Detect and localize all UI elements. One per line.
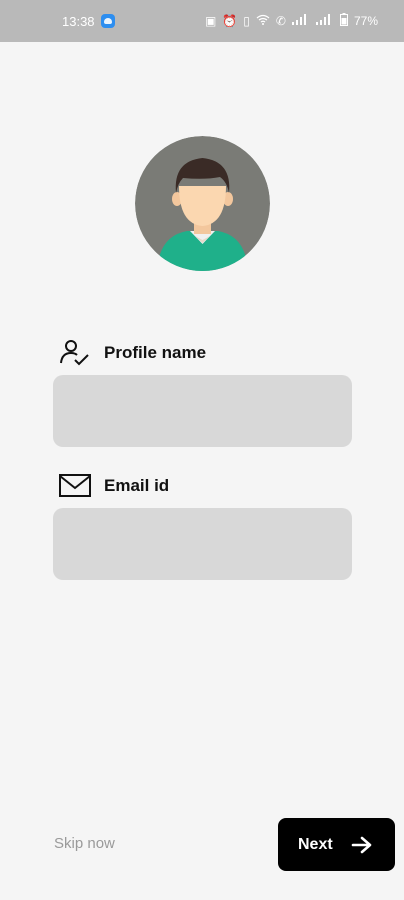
avatar[interactable] bbox=[135, 136, 270, 271]
status-bar: 13:38 ▣ ⏰ ▯ ✆ 77% bbox=[0, 0, 404, 42]
vibrate-icon: ▯ bbox=[243, 14, 250, 28]
status-time-group: 13:38 bbox=[62, 14, 115, 29]
user-check-icon bbox=[58, 338, 92, 368]
status-icons: ▣ ⏰ ▯ ✆ 77% bbox=[205, 13, 378, 29]
signal-icon-2 bbox=[315, 14, 334, 28]
mail-icon bbox=[58, 471, 92, 501]
next-button-label: Next bbox=[298, 835, 333, 853]
alarm-icon: ⏰ bbox=[222, 14, 238, 28]
profile-name-label: Profile name bbox=[104, 343, 207, 362]
status-time: 13:38 bbox=[62, 13, 95, 29]
email-input[interactable] bbox=[53, 508, 352, 580]
arrow-right-icon bbox=[351, 836, 373, 854]
email-label-group: Email id bbox=[58, 471, 169, 501]
app-notification-icon bbox=[100, 14, 115, 28]
battery-icon bbox=[339, 13, 348, 29]
profile-name-input[interactable] bbox=[53, 375, 352, 447]
battery-percent: 77% bbox=[353, 14, 378, 28]
signal-icon bbox=[291, 14, 310, 28]
wifi-icon bbox=[256, 14, 270, 28]
next-button[interactable]: Next bbox=[278, 818, 395, 871]
nfc-icon: ▣ bbox=[205, 14, 217, 28]
call-icon: ✆ bbox=[275, 14, 286, 28]
email-label: Email id bbox=[104, 476, 170, 495]
profile-name-label-group: Profile name bbox=[58, 338, 206, 368]
skip-now-link[interactable]: Skip now bbox=[54, 835, 115, 852]
